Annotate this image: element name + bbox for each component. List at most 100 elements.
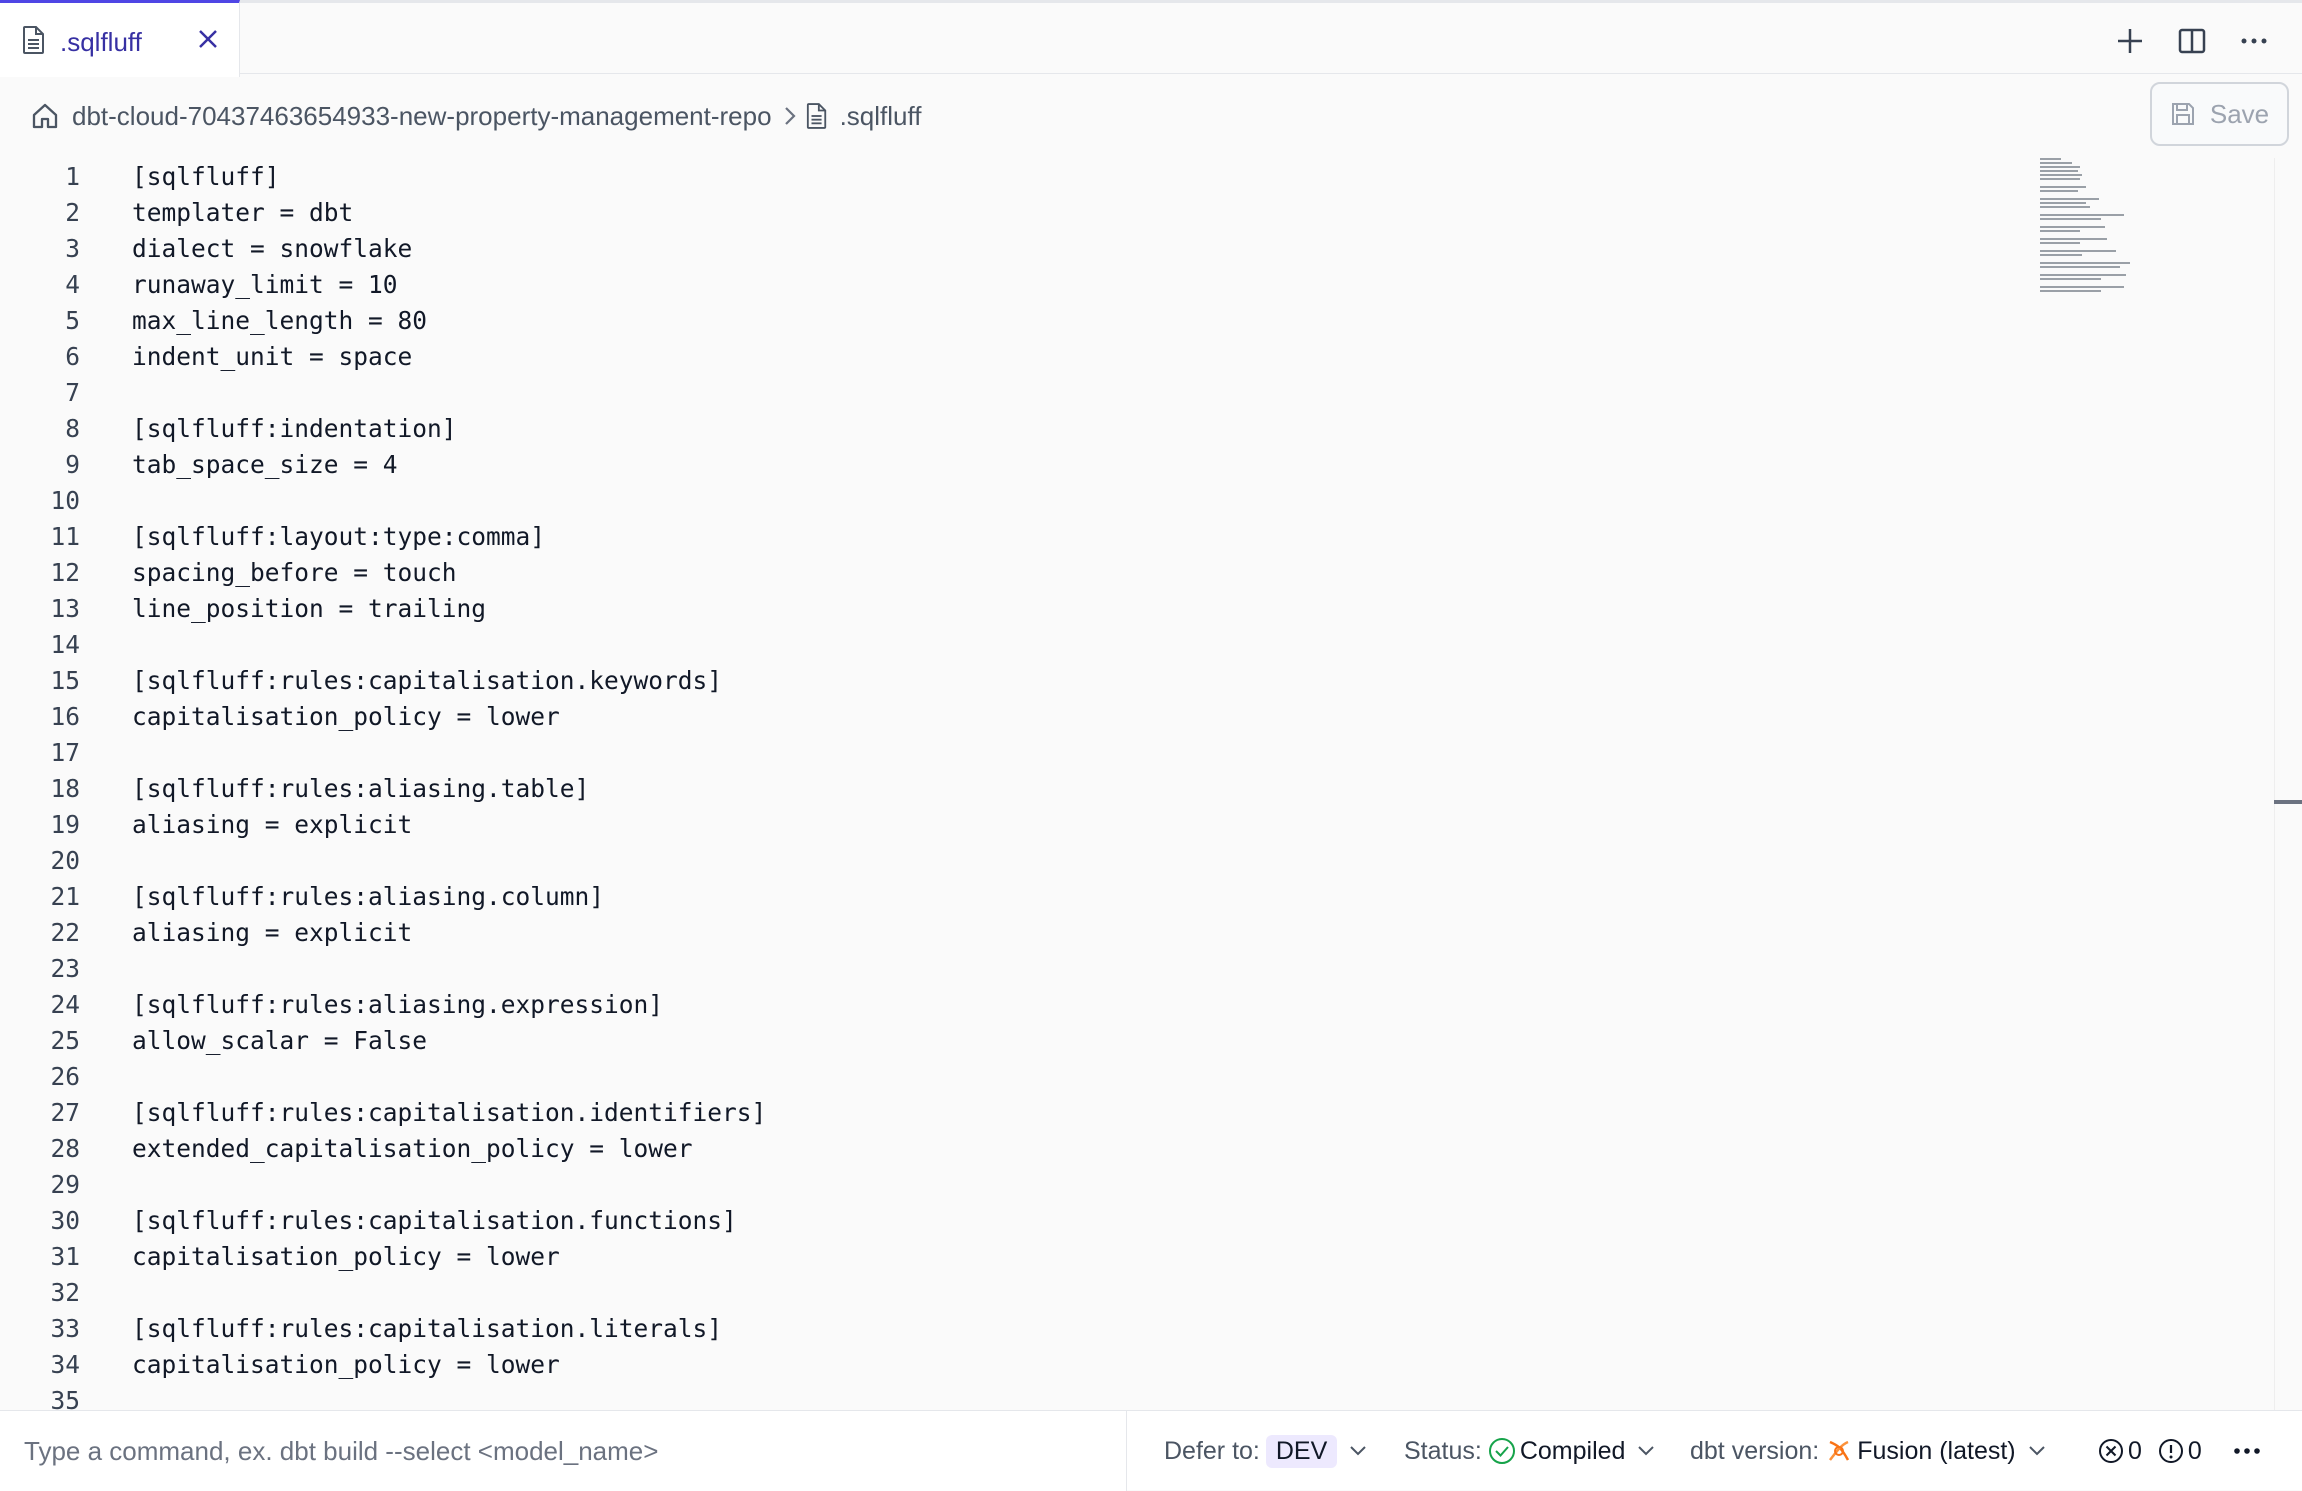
defer-selector[interactable]: Defer to: DEV xyxy=(1164,1411,1367,1491)
code-line[interactable]: 33 [sqlfluff:rules:capitalisation.literal… xyxy=(0,1310,2000,1346)
warning-icon xyxy=(2158,1438,2184,1464)
code-line[interactable]: 4 runaway_limit = 10 xyxy=(0,266,2000,302)
code-line[interactable]: 31 capitalisation_policy = lower xyxy=(0,1238,2000,1274)
problems-counter[interactable]: 0 0 xyxy=(2092,1411,2202,1491)
code-line[interactable]: 27 [sqlfluff:rules:capitalisation.identif… xyxy=(0,1094,2000,1130)
line-text: indent_unit = space xyxy=(132,341,413,371)
status-label: Status: xyxy=(1404,1436,1482,1465)
code-line[interactable]: 35 xyxy=(0,1382,2000,1411)
line-number: 19 xyxy=(50,809,80,839)
more-icon[interactable] xyxy=(2236,23,2272,59)
command-input[interactable] xyxy=(0,1411,1127,1491)
line-text: [sqlfluff] xyxy=(132,161,280,191)
minimap-line xyxy=(2040,190,2078,192)
minimap-line xyxy=(2040,230,2080,232)
line-number: 35 xyxy=(50,1385,80,1411)
code-line[interactable]: 28 extended_capitalisation_policy = lower xyxy=(0,1130,2000,1166)
file-icon xyxy=(22,25,46,60)
minimap[interactable] xyxy=(2040,158,2140,308)
code-line[interactable]: 19 aliasing = explicit xyxy=(0,806,2000,842)
file-icon xyxy=(806,102,828,130)
minimap-line xyxy=(2040,290,2101,292)
line-number: 17 xyxy=(50,737,80,767)
split-editor-icon[interactable] xyxy=(2174,23,2210,59)
minimap-line xyxy=(2040,286,2124,288)
line-text: capitalisation_policy = lower xyxy=(132,701,560,731)
code-line[interactable]: 7 xyxy=(0,374,2000,410)
breadcrumb-file[interactable]: .sqlfluff xyxy=(840,101,922,132)
minimap-line xyxy=(2040,254,2082,256)
code-line[interactable]: 21 [sqlfluff:rules:aliasing.column] xyxy=(0,878,2000,914)
code-line[interactable]: 13 line_position = trailing xyxy=(0,590,2000,626)
scrollbar-track[interactable] xyxy=(2274,158,2275,1410)
code-line[interactable]: 9 tab_space_size = 4 xyxy=(0,446,2000,482)
code-line[interactable]: 11 [sqlfluff:layout:type:comma] xyxy=(0,518,2000,554)
code-line[interactable]: 8 [sqlfluff:indentation] xyxy=(0,410,2000,446)
line-text: [sqlfluff:layout:type:comma] xyxy=(132,521,546,551)
warnings-count: 0 xyxy=(2187,1436,2202,1465)
status-selector[interactable]: Status: Compiled xyxy=(1404,1411,1655,1491)
new-tab-icon[interactable] xyxy=(2112,23,2148,59)
code-line[interactable]: 14 xyxy=(0,626,2000,662)
line-text: extended_capitalisation_policy = lower xyxy=(132,1133,693,1163)
statusbar-more-button[interactable] xyxy=(2232,1411,2262,1491)
code-line[interactable]: 34 capitalisation_policy = lower xyxy=(0,1346,2000,1382)
code-line[interactable]: 25 allow_scalar = False xyxy=(0,1022,2000,1058)
code-line[interactable]: 29 xyxy=(0,1166,2000,1202)
tab-bar: .sqlfluff xyxy=(0,0,2302,77)
line-text: capitalisation_policy = lower xyxy=(132,1241,560,1271)
code-line[interactable]: 30 [sqlfluff:rules:capitalisation.functio… xyxy=(0,1202,2000,1238)
save-label: Save xyxy=(2209,98,2270,129)
tab-sqlfluff[interactable]: .sqlfluff xyxy=(0,0,240,77)
code-line[interactable]: 22 aliasing = explicit xyxy=(0,914,2000,950)
minimap-line xyxy=(2040,166,2080,168)
line-number: 28 xyxy=(50,1133,80,1163)
code-editor[interactable]: 1 [sqlfluff] 2 templater = dbt 3 dialect = sn… xyxy=(0,158,2302,1410)
line-number: 24 xyxy=(50,989,80,1019)
code-line[interactable]: 17 xyxy=(0,734,2000,770)
code-line[interactable]: 23 xyxy=(0,950,2000,986)
code-line[interactable]: 12 spacing_before = touch xyxy=(0,554,2000,590)
code-line[interactable]: 2 templater = dbt xyxy=(0,194,2000,230)
line-number: 25 xyxy=(50,1025,80,1055)
version-selector[interactable]: dbt version: Fusion (latest) xyxy=(1690,1411,2046,1491)
line-number: 13 xyxy=(50,593,80,623)
minimap-line xyxy=(2040,158,2061,160)
line-text: spacing_before = touch xyxy=(132,557,457,587)
code-line[interactable]: 5 max_line_length = 80 xyxy=(0,302,2000,338)
line-number: 11 xyxy=(50,521,80,551)
home-icon[interactable] xyxy=(30,101,60,131)
code-line[interactable]: 16 capitalisation_policy = lower xyxy=(0,698,2000,734)
line-text: [sqlfluff:rules:capitalisation.functions… xyxy=(132,1205,737,1235)
minimap-line xyxy=(2040,214,2124,216)
line-text: runaway_limit = 10 xyxy=(132,269,398,299)
line-text: [sqlfluff:rules:capitalisation.keywords] xyxy=(132,665,723,695)
scrollbar-thumb[interactable] xyxy=(2274,800,2302,804)
minimap-line xyxy=(2040,250,2116,252)
breadcrumb-repo[interactable]: dbt-cloud-70437463654933-new-property-ma… xyxy=(72,101,772,132)
line-number: 10 xyxy=(50,485,80,515)
code-line[interactable]: 26 xyxy=(0,1058,2000,1094)
save-button[interactable]: Save xyxy=(2150,82,2289,146)
code-line[interactable]: 1 [sqlfluff] xyxy=(0,158,2000,194)
code-line[interactable]: 24 [sqlfluff:rules:aliasing.expression] xyxy=(0,986,2000,1022)
line-number: 3 xyxy=(65,233,80,263)
code-line[interactable]: 32 xyxy=(0,1274,2000,1310)
code-line[interactable]: 6 indent_unit = space xyxy=(0,338,2000,374)
line-number: 21 xyxy=(50,881,80,911)
minimap-line xyxy=(2040,278,2101,280)
code-line[interactable]: 20 xyxy=(0,842,2000,878)
minimap-line xyxy=(2040,162,2072,164)
line-text: [sqlfluff:indentation] xyxy=(132,413,457,443)
line-number: 22 xyxy=(50,917,80,947)
line-number: 29 xyxy=(50,1169,80,1199)
minimap-line xyxy=(2040,178,2080,180)
code-line[interactable]: 3 dialect = snowflake xyxy=(0,230,2000,266)
line-number: 30 xyxy=(50,1205,80,1235)
close-icon[interactable] xyxy=(196,27,220,56)
code-line[interactable]: 15 [sqlfluff:rules:capitalisation.keyword… xyxy=(0,662,2000,698)
line-number: 18 xyxy=(50,773,80,803)
minimap-line xyxy=(2040,170,2078,172)
code-line[interactable]: 18 [sqlfluff:rules:aliasing.table] xyxy=(0,770,2000,806)
code-line[interactable]: 10 xyxy=(0,482,2000,518)
